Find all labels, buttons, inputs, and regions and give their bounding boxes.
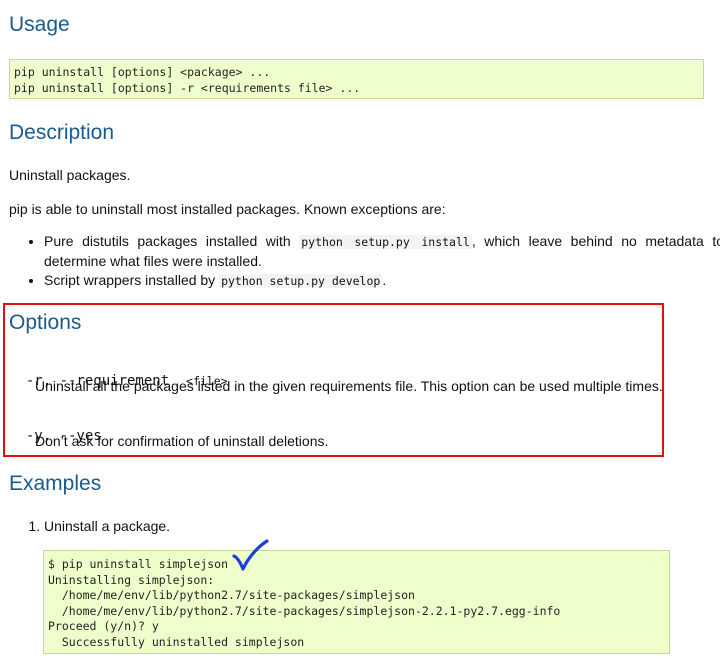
list-item: Script wrappers installed by python setu… — [44, 271, 720, 291]
usage-code-block: pip uninstall [options] <package> ... pi… — [9, 59, 704, 99]
bullet-text: Pure distutils packages installed with — [44, 233, 300, 249]
description-intro: Uninstall packages. — [9, 167, 131, 183]
description-exceptions-intro: pip is able to uninstall most installed … — [9, 201, 446, 217]
checkmark-icon — [232, 539, 269, 571]
usage-heading: Usage — [9, 13, 70, 36]
examples-list: Uninstall a package. — [26, 517, 170, 536]
option-requirement-description: Uninstall all the packages listed in the… — [35, 378, 663, 394]
description-heading: Description — [9, 121, 115, 144]
bullet-text: . — [382, 272, 387, 288]
bullet-text: Script wrappers installed by — [44, 272, 220, 288]
inline-code: python setup.py develop — [219, 274, 383, 288]
list-item: Pure distutils packages installed with p… — [44, 232, 720, 271]
inline-code: python setup.py install — [299, 235, 472, 249]
options-heading: Options — [9, 311, 82, 334]
example-label: Uninstall a package. — [44, 518, 171, 534]
examples-heading: Examples — [9, 472, 102, 495]
list-item: Uninstall a package. — [44, 517, 170, 536]
example-code-block: $ pip uninstall simplejson Uninstalling … — [43, 550, 670, 654]
exceptions-list: Pure distutils packages installed with p… — [26, 232, 720, 291]
option-yes-description: Don’t ask for confirmation of uninstall … — [35, 433, 329, 449]
